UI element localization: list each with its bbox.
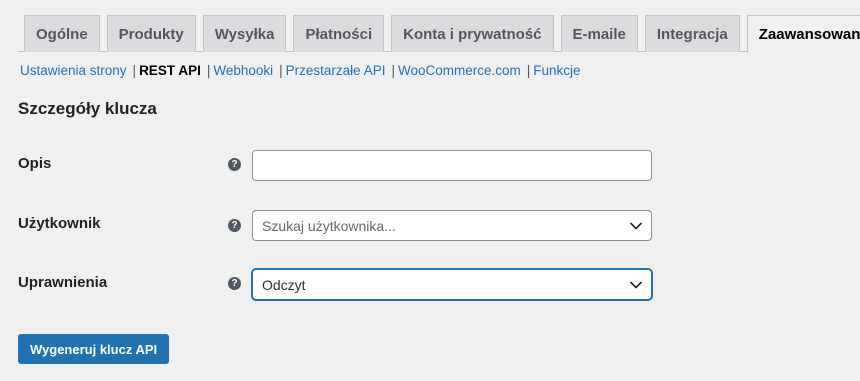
subnav-webhooks[interactable]: Webhooki bbox=[213, 63, 273, 78]
chevron-down-icon bbox=[630, 222, 642, 230]
subnav-separator: | bbox=[206, 63, 211, 78]
tab-integration[interactable]: Integracja bbox=[644, 15, 740, 52]
tab-emails[interactable]: E-maile bbox=[560, 15, 638, 52]
subnav-separator: | bbox=[279, 63, 283, 78]
description-input[interactable] bbox=[252, 150, 652, 181]
help-icon[interactable]: ? bbox=[228, 277, 241, 290]
help-icon[interactable]: ? bbox=[228, 219, 241, 232]
tab-shipping[interactable]: Wysyłka bbox=[202, 15, 287, 52]
subnav-woocommerce-com[interactable]: WooCommerce.com bbox=[398, 63, 521, 78]
permissions-select[interactable]: Odczyt bbox=[252, 269, 652, 300]
tab-advanced[interactable]: Zaawansowane bbox=[746, 15, 860, 53]
subnav-features[interactable]: Funkcje bbox=[533, 63, 580, 78]
settings-tabs: Ogólne Produkty Wysyłka Płatności Konta … bbox=[24, 15, 860, 53]
permissions-value: Odczyt bbox=[262, 276, 306, 293]
permissions-label: Uprawnienia bbox=[18, 274, 108, 291]
subsection-nav: Ustawienia strony | REST API | Webhooki … bbox=[20, 63, 581, 78]
help-icon[interactable]: ? bbox=[228, 158, 241, 171]
user-label: Użytkownik bbox=[18, 215, 101, 232]
subnav-separator: | bbox=[132, 63, 137, 78]
subnav-rest-api: REST API bbox=[139, 63, 201, 78]
description-label: Opis bbox=[18, 155, 52, 172]
tab-accounts-privacy[interactable]: Konta i prywatność bbox=[391, 15, 554, 52]
tab-products[interactable]: Produkty bbox=[106, 15, 196, 52]
subnav-page-setup[interactable]: Ustawienia strony bbox=[20, 63, 127, 78]
subnav-separator: | bbox=[391, 63, 395, 78]
user-search-select[interactable]: Szukaj użytkownika... bbox=[252, 210, 652, 241]
subnav-separator: | bbox=[526, 63, 531, 78]
section-title: Szczegóły klucza bbox=[18, 99, 157, 118]
tab-general[interactable]: Ogólne bbox=[24, 15, 100, 52]
generate-api-key-button[interactable]: Wygeneruj klucz API bbox=[18, 334, 170, 364]
tab-payments[interactable]: Płatności bbox=[293, 15, 385, 52]
chevron-down-icon bbox=[630, 281, 642, 289]
subnav-legacy-api[interactable]: Przestarzałe API bbox=[286, 63, 386, 78]
user-search-placeholder: Szukaj użytkownika... bbox=[262, 217, 396, 234]
